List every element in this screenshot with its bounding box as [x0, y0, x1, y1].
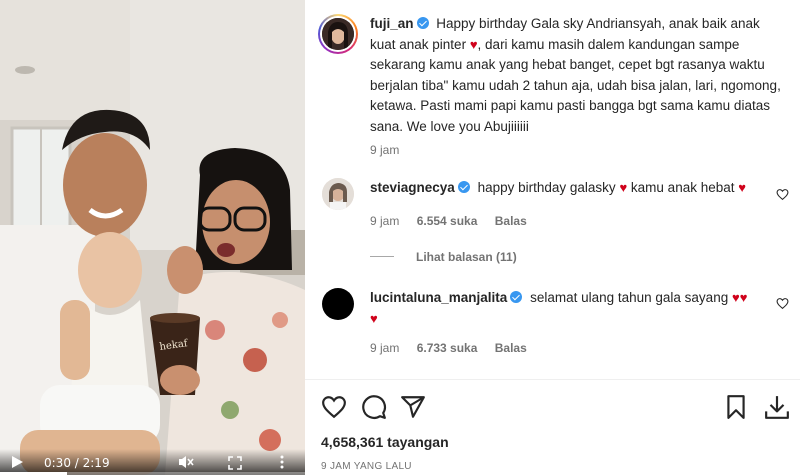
heart-emoji-icon: ♥	[619, 180, 628, 195]
comment-meta: 9 jam 6.554 suka Balas	[370, 214, 541, 228]
comment-body: steviagnecya happy birthday galasky ♥ ka…	[370, 178, 760, 199]
share-icon[interactable]	[400, 394, 426, 420]
view-replies-container: Lihat balasan (11)	[416, 250, 531, 264]
avatar-image	[322, 18, 354, 50]
mute-icon[interactable]	[178, 454, 194, 470]
video-time: 0:30 / 2:19	[44, 456, 110, 470]
verified-badge-icon	[416, 17, 429, 29]
heart-emoji-icon: ♥	[370, 310, 378, 326]
comment-avatar[interactable]	[322, 288, 354, 320]
comment-likes[interactable]: 6.733 suka	[417, 341, 478, 355]
comment-time: 9 jam	[370, 214, 400, 228]
post-meta: 9 jam	[370, 143, 413, 157]
heart-icon[interactable]	[321, 394, 347, 420]
actions-divider	[305, 379, 800, 380]
post-caption: fuji_an Happy birthday Gala sky Andrians…	[370, 14, 782, 137]
current-time: 0:30	[44, 456, 71, 470]
reply-button[interactable]: Balas	[495, 341, 527, 355]
comment-meta: 9 jam 6.733 suka Balas	[370, 341, 541, 355]
reply-button[interactable]: Balas	[495, 214, 527, 228]
video-player[interactable]: hekaf 0:30 / 2:19	[0, 0, 305, 475]
comment-text: happy birthday galasky	[477, 180, 616, 195]
play-icon[interactable]	[10, 455, 24, 469]
view-count[interactable]: 4,658,361 tayangan	[321, 434, 449, 450]
heart-emoji-icon: ♥♥	[731, 290, 748, 305]
comment-time: 9 jam	[370, 341, 400, 355]
avatar-image	[322, 178, 354, 210]
post-author-username[interactable]: fuji_an	[370, 16, 414, 31]
video-frame	[0, 0, 305, 475]
download-icon[interactable]	[764, 394, 790, 420]
more-icon[interactable]	[278, 454, 286, 470]
comment-like-heart-icon[interactable]	[776, 188, 789, 201]
fullscreen-icon[interactable]	[228, 456, 242, 470]
posted-time-ago: 9 JAM YANG LALU	[321, 461, 412, 472]
view-replies-line	[370, 256, 394, 257]
bookmark-icon[interactable]	[723, 394, 749, 420]
comment-icon[interactable]	[361, 394, 387, 420]
comment-text: selamat ulang tahun gala sayang	[530, 290, 729, 305]
comment-avatar[interactable]	[322, 178, 354, 210]
verified-badge-icon	[510, 291, 523, 303]
comment-username[interactable]: steviagnecya	[370, 180, 455, 195]
comment-body: lucintaluna_manjalita selamat ulang tahu…	[370, 288, 770, 329]
comment-text-after: kamu anak hebat	[630, 180, 735, 195]
comment-likes[interactable]: 6.554 suka	[417, 214, 478, 228]
view-replies-button[interactable]: Lihat balasan (11)	[416, 250, 517, 264]
post-author-avatar[interactable]	[318, 14, 358, 54]
verified-badge-icon	[457, 181, 470, 193]
duration: 2:19	[82, 456, 110, 470]
heart-emoji-icon: ♥	[738, 180, 746, 195]
comment-username[interactable]: lucintaluna_manjalita	[370, 290, 507, 305]
time-separator: /	[70, 456, 83, 470]
post-time: 9 jam	[370, 143, 400, 157]
heart-emoji-icon: ♥	[469, 36, 478, 52]
comment-like-heart-icon[interactable]	[776, 297, 789, 310]
